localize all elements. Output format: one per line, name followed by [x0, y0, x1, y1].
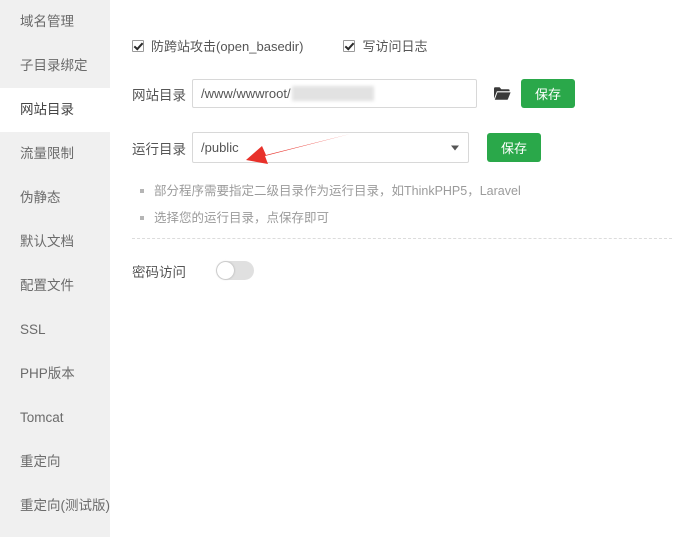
hint-text: 选择您的运行目录，点保存即可 [154, 211, 330, 226]
sidebar-item-label: 网站目录 [20, 102, 74, 117]
sidebar-item-label: Tomcat [20, 410, 64, 425]
run-directory-select[interactable]: /public [192, 132, 469, 163]
website-directory-value: /www/wwwroot/ [201, 86, 291, 101]
settings-main-panel: 防跨站攻击(open_basedir) 写访问日志 网站目录 /www/wwwr… [110, 0, 696, 537]
access-log-label: 写访问日志 [362, 39, 428, 54]
sidebar-item-ssl[interactable]: SSL [0, 308, 110, 352]
sidebar-item-label: 重定向(测试版) [20, 498, 110, 513]
checkbox-icon[interactable] [343, 39, 356, 52]
security-options-row: 防跨站攻击(open_basedir) 写访问日志 [128, 0, 696, 55]
password-access-row: 密码访问 [128, 261, 696, 281]
run-directory-hints: 部分程序需要指定二级目录作为运行目录，如ThinkPHP5，Laravel 选择… [128, 183, 696, 227]
access-log-checkbox-item[interactable]: 写访问日志 [343, 36, 427, 55]
website-directory-label: 网站目录 [132, 87, 186, 103]
sidebar-item-redirect[interactable]: 重定向 [0, 440, 110, 484]
sidebar-item-label: PHP版本 [20, 366, 75, 381]
website-directory-row: 网站目录 /www/wwwroot/ 保存 [128, 79, 696, 108]
cross-site-protection-checkbox-item[interactable]: 防跨站攻击(open_basedir) [132, 36, 303, 55]
sidebar-item-label: 流量限制 [20, 146, 74, 161]
sidebar-item-pseudo-static[interactable]: 伪静态 [0, 176, 110, 220]
save-run-directory-button[interactable]: 保存 [487, 133, 542, 162]
sidebar-item-label: 伪静态 [20, 190, 61, 205]
redacted-path-block [291, 86, 374, 101]
run-directory-label: 运行目录 [132, 141, 186, 157]
hint-text: 部分程序需要指定二级目录作为运行目录，如ThinkPHP5，Laravel [154, 184, 521, 198]
sidebar-item-label: 配置文件 [20, 278, 74, 293]
checkbox-icon[interactable] [132, 39, 144, 52]
sidebar-item-label: 子目录绑定 [20, 58, 88, 73]
sidebar-item-label: 重定向 [20, 454, 61, 469]
run-directory-value: /public [201, 140, 239, 155]
sidebar-item-default-document[interactable]: 默认文档 [0, 220, 110, 264]
website-directory-settings-page: 域名管理 子目录绑定 网站目录 流量限制 伪静态 默认文档 配置文件 SSL P… [0, 0, 696, 537]
password-access-toggle[interactable] [216, 261, 254, 280]
bullet-icon [140, 189, 144, 193]
sidebar-item-traffic-limit[interactable]: 流量限制 [0, 132, 110, 176]
cross-site-protection-label: 防跨站攻击(open_basedir) [151, 39, 304, 54]
section-divider [132, 237, 672, 239]
sidebar-item-reverse-proxy[interactable]: 反向代理 [0, 528, 110, 537]
sidebar-item-label: SSL [20, 322, 46, 337]
sidebar-item-config-file[interactable]: 配置文件 [0, 264, 110, 308]
chevron-down-icon[interactable] [451, 145, 459, 150]
toggle-knob [217, 262, 234, 279]
sidebar-item-website-directory[interactable]: 网站目录 [0, 88, 110, 132]
folder-icon[interactable] [493, 86, 511, 101]
sidebar-item-redirect-beta[interactable]: 重定向(测试版) [0, 484, 110, 528]
save-website-directory-button[interactable]: 保存 [521, 79, 576, 108]
sidebar-item-tomcat[interactable]: Tomcat [0, 396, 110, 440]
hint-item: 部分程序需要指定二级目录作为运行目录，如ThinkPHP5，Laravel [140, 183, 696, 199]
settings-sidebar: 域名管理 子目录绑定 网站目录 流量限制 伪静态 默认文档 配置文件 SSL P… [0, 0, 110, 537]
sidebar-item-subdirectory-binding[interactable]: 子目录绑定 [0, 44, 110, 88]
sidebar-item-php-version[interactable]: PHP版本 [0, 352, 110, 396]
sidebar-item-domain-management[interactable]: 域名管理 [0, 0, 110, 44]
hint-item: 选择您的运行目录，点保存即可 [140, 210, 696, 226]
bullet-icon [140, 216, 144, 221]
save-run-directory-wrap: 保存 [487, 133, 542, 162]
website-directory-input[interactable]: /www/wwwroot/ [192, 79, 477, 108]
sidebar-item-label: 默认文档 [20, 234, 74, 249]
password-access-label: 密码访问 [132, 264, 186, 280]
sidebar-item-label: 域名管理 [20, 14, 74, 29]
run-directory-row: 运行目录 /public 保存 [128, 132, 696, 163]
